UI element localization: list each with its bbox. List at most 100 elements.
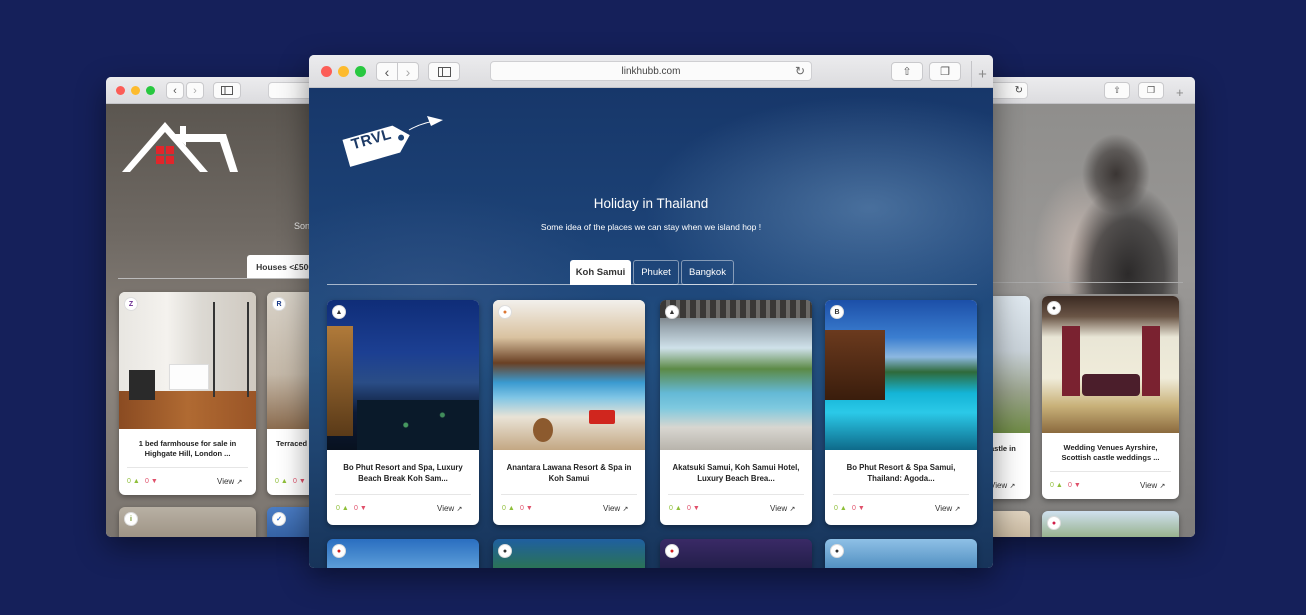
view-link[interactable]: View ↗	[437, 504, 462, 513]
venue-title: Wedding Venues Ayrshire, Scottish castle…	[1061, 443, 1160, 463]
maximize-window-button[interactable]	[146, 86, 155, 95]
card-divider	[833, 494, 969, 495]
thumbs-up-icon: ▲	[341, 505, 349, 512]
new-tab-button[interactable]: +	[1176, 85, 1184, 100]
back-button[interactable]: ‹	[166, 82, 184, 99]
share-icon: ⇧	[902, 66, 912, 78]
minimize-window-button[interactable]	[338, 66, 349, 77]
venue-source-icon: ●	[1047, 301, 1061, 315]
hotel-card[interactable]: ●	[493, 539, 645, 568]
share-button[interactable]: ⇧	[1104, 82, 1130, 99]
page-viewport: TRVL Holiday in Thailand Some idea of th…	[309, 88, 993, 568]
forward-button[interactable]: ›	[186, 82, 204, 99]
listing-photo	[119, 292, 256, 429]
hotel-photo	[660, 300, 812, 450]
thumbs-up-icon: ▲	[280, 478, 288, 485]
hotel-card[interactable]: B Bo Phut Resort & Spa Samui, Thailand: …	[825, 300, 977, 525]
page-title: Holiday in Thailand	[593, 196, 709, 211]
share-icon: ⇧	[1113, 85, 1121, 95]
venue-card[interactable]: ● Wedding Venues Ayrshire, Scottish cast…	[1042, 296, 1179, 499]
plus-icon: +	[978, 66, 987, 83]
thumbs-down-icon: ▼	[359, 505, 367, 512]
tabs-icon: ❐	[1146, 85, 1156, 95]
external-link-icon: ↗	[1009, 483, 1016, 490]
like-count[interactable]: 0 ▲	[669, 505, 682, 512]
listing-card[interactable]: i	[119, 507, 256, 537]
hotel-card[interactable]: ● Anantara Lawana Resort & Spa in Koh Sa…	[493, 300, 645, 525]
view-link[interactable]: View ↗	[1140, 481, 1165, 490]
dislike-count[interactable]: 0 ▼	[1068, 482, 1081, 489]
close-window-button[interactable]	[321, 66, 332, 77]
listing-source-icon: ✓	[272, 512, 286, 526]
view-link[interactable]: View ↗	[217, 477, 242, 486]
listing-title: 1 bed farmhouse for sale in Highgate Hil…	[138, 439, 237, 459]
venue-source-icon: ●	[1047, 516, 1061, 530]
view-link[interactable]: View ↗	[990, 481, 1015, 490]
reload-icon[interactable]: ↻	[1015, 85, 1023, 96]
background-browser-window-left: ‹ › Son Houses <£500k Z 1 bed farmhouse …	[106, 77, 324, 537]
hotel-card[interactable]: ▲ Akatsuki Samui, Koh Samui Hotel, Luxur…	[660, 300, 812, 525]
tabs-overview-button[interactable]: ❐	[929, 62, 961, 81]
forward-button[interactable]: ›	[397, 62, 419, 81]
external-link-icon: ↗	[236, 479, 243, 486]
back-button[interactable]: ‹	[376, 62, 398, 81]
share-button[interactable]: ⇧	[891, 62, 923, 81]
hotel-title: Bo Phut Resort & Spa Samui, Thailand: Ag…	[846, 463, 956, 483]
url-text: linkhubb.com	[621, 65, 681, 77]
external-link-icon: ↗	[954, 506, 961, 513]
card-divider	[335, 494, 471, 495]
hotel-card[interactable]: ●	[660, 539, 812, 568]
dislike-count[interactable]: 0 ▼	[293, 478, 306, 485]
listing-card[interactable]: Z 1 bed farmhouse for sale in Highgate H…	[119, 292, 256, 495]
listing-source-icon: i	[124, 512, 138, 526]
like-count[interactable]: 0 ▲	[127, 478, 140, 485]
like-count[interactable]: 0 ▲	[1050, 482, 1063, 489]
minimize-window-button[interactable]	[131, 86, 140, 95]
dislike-count[interactable]: 0 ▼	[354, 505, 367, 512]
hotel-card[interactable]: ●	[327, 539, 479, 568]
dislike-count[interactable]: 0 ▼	[145, 478, 158, 485]
sidebar-toggle-button[interactable]	[213, 82, 241, 99]
thumbs-down-icon: ▼	[857, 505, 865, 512]
hotel-photo	[825, 300, 977, 450]
thumbs-down-icon: ▼	[298, 478, 306, 485]
card-divider	[668, 494, 804, 495]
new-tab-button[interactable]: +	[971, 61, 993, 88]
like-count[interactable]: 0 ▲	[336, 505, 349, 512]
chevron-right-icon: ›	[405, 63, 411, 80]
tab-phuket[interactable]: Phuket	[633, 260, 679, 285]
card-divider	[501, 494, 637, 495]
browser-toolbar: ↻ ⇧ ❐ +	[968, 77, 1195, 104]
hotel-card[interactable]: ●	[825, 539, 977, 568]
like-count[interactable]: 0 ▲	[502, 505, 515, 512]
plus-icon: +	[1176, 85, 1184, 100]
hotel-title: Anantara Lawana Resort & Spa in Koh Samu…	[506, 463, 632, 483]
like-count[interactable]: 0 ▲	[834, 505, 847, 512]
url-bar[interactable]: linkhubb.com ↻	[490, 61, 812, 81]
venue-card[interactable]: ●	[1042, 511, 1179, 537]
reload-icon[interactable]: ↻	[795, 64, 805, 78]
dislike-count[interactable]: 0 ▼	[520, 505, 533, 512]
hotel-source-icon: B	[830, 305, 844, 319]
hotel-photo	[493, 300, 645, 450]
thumbs-down-icon: ▼	[1073, 482, 1081, 489]
view-link[interactable]: View ↗	[603, 504, 628, 513]
dislike-count[interactable]: 0 ▼	[687, 505, 700, 512]
dislike-count[interactable]: 0 ▼	[852, 505, 865, 512]
hotel-title: Bo Phut Resort and Spa, Luxury Beach Bre…	[343, 463, 463, 483]
thumbs-up-icon: ▲	[507, 505, 515, 512]
sidebar-toggle-button[interactable]	[428, 62, 460, 81]
venue-photo	[1042, 296, 1179, 433]
tabs-overview-button[interactable]: ❐	[1138, 82, 1164, 99]
view-link[interactable]: View ↗	[770, 504, 795, 513]
hotel-source-icon: ●	[498, 544, 512, 558]
chevron-left-icon: ‹	[173, 84, 177, 97]
page-subtitle: Some idea of the places we can stay when…	[540, 222, 762, 232]
close-window-button[interactable]	[116, 86, 125, 95]
tab-koh-samui[interactable]: Koh Samui	[570, 260, 631, 285]
view-link[interactable]: View ↗	[935, 504, 960, 513]
maximize-window-button[interactable]	[355, 66, 366, 77]
like-count[interactable]: 0 ▲	[275, 478, 288, 485]
tab-bangkok[interactable]: Bangkok	[681, 260, 734, 285]
hotel-card[interactable]: ▲ Bo Phut Resort and Spa, Luxury Beach B…	[327, 300, 479, 525]
